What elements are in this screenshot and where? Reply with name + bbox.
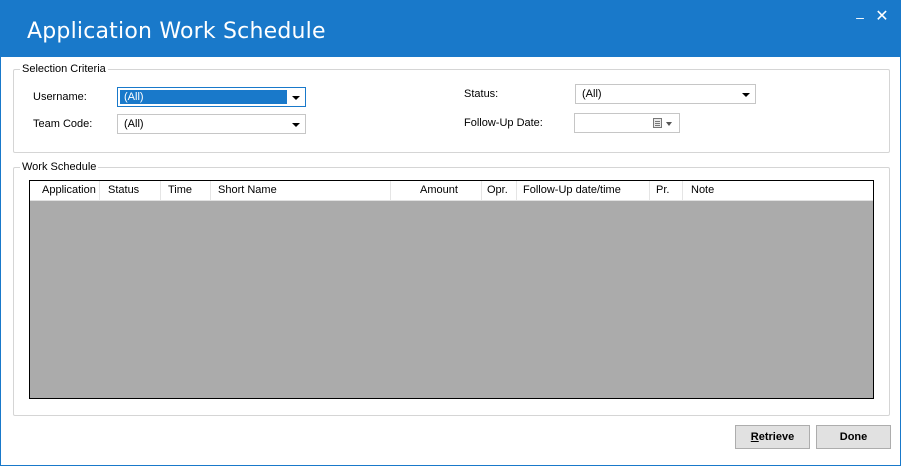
follow-up-date-picker[interactable] <box>574 113 680 133</box>
close-icon[interactable]: ✕ <box>871 7 893 27</box>
column-header-opr[interactable]: Opr. <box>482 181 517 200</box>
column-header-pr[interactable]: Pr. <box>650 181 683 200</box>
selection-criteria-legend: Selection Criteria <box>22 63 106 75</box>
done-button[interactable]: Done <box>816 425 891 449</box>
calendar-icon[interactable] <box>653 118 662 128</box>
status-label: Status: <box>464 88 499 100</box>
username-dropdown[interactable]: (All) <box>117 87 306 107</box>
chevron-down-icon[interactable] <box>666 122 672 126</box>
follow-up-date-label: Follow-Up Date: <box>464 117 543 129</box>
team-code-dropdown[interactable]: (All) <box>117 114 306 134</box>
column-header-short-name[interactable]: Short Name <box>211 181 391 200</box>
work-schedule-grid[interactable]: Application Status Time Short Name Amoun… <box>29 180 874 399</box>
retrieve-button[interactable]: Retrieve <box>735 425 810 449</box>
title-bar: Application Work Schedule – ✕ <box>1 1 900 57</box>
chevron-down-icon <box>292 96 300 100</box>
username-label: Username: <box>33 91 87 103</box>
grid-header: Application Status Time Short Name Amoun… <box>30 181 873 201</box>
column-header-time[interactable]: Time <box>161 181 211 200</box>
team-code-label: Team Code: <box>33 118 93 130</box>
column-header-status[interactable]: Status <box>100 181 161 200</box>
selection-criteria-group: Selection Criteria <box>13 63 890 153</box>
column-header-follow-up[interactable]: Follow-Up date/time <box>517 181 650 200</box>
column-header-note[interactable]: Note <box>683 181 873 200</box>
retrieve-label: etrieve <box>758 431 795 443</box>
username-value: (All) <box>124 91 144 103</box>
column-header-amount[interactable]: Amount <box>391 181 482 200</box>
column-header-application[interactable]: Application <box>30 181 100 200</box>
chevron-down-icon <box>292 123 300 127</box>
status-value: (All) <box>582 88 602 100</box>
chevron-down-icon <box>742 93 750 97</box>
team-code-value: (All) <box>124 118 144 130</box>
status-dropdown[interactable]: (All) <box>575 84 756 104</box>
minimize-icon[interactable]: – <box>849 7 871 27</box>
username-selection-highlight <box>120 90 287 104</box>
app-window: Application Work Schedule – ✕ Selection … <box>0 0 901 466</box>
work-schedule-legend: Work Schedule <box>22 161 97 173</box>
window-title: Application Work Schedule <box>27 19 326 44</box>
retrieve-mnemonic: R <box>750 431 759 443</box>
